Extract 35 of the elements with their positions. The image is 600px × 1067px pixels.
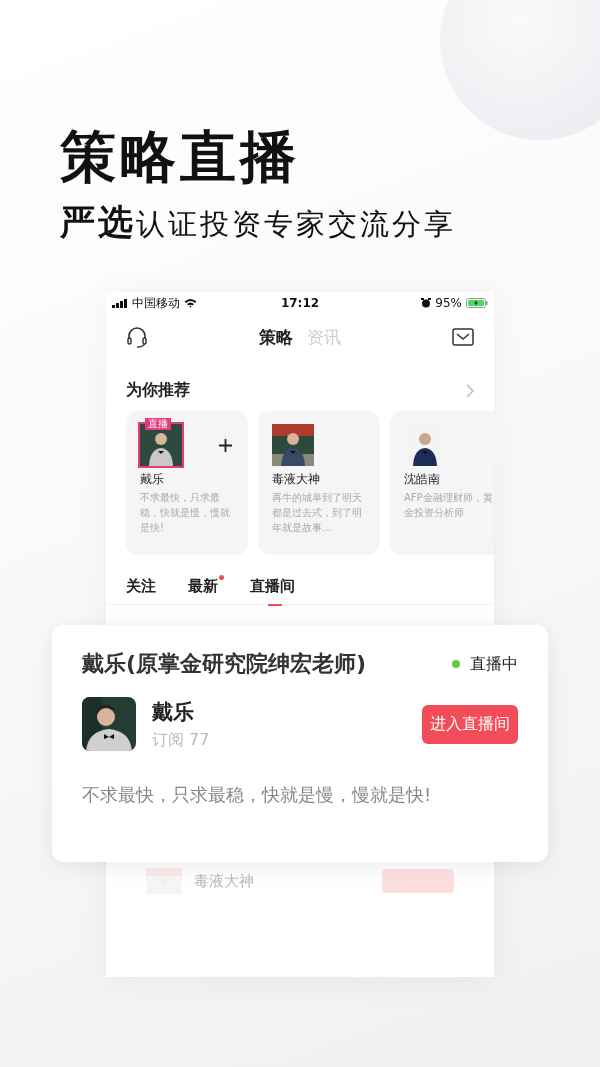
wifi-icon	[184, 298, 197, 308]
feed-tab[interactable]: 关注	[126, 577, 156, 604]
feed-tab[interactable]: 直播间	[250, 577, 295, 604]
battery-percent: 95%	[435, 296, 462, 310]
expert-description: 不求最快，只求最稳，快就是慢，慢就是快!	[140, 491, 231, 535]
feed-tab[interactable]: 最新	[188, 577, 218, 604]
host-name: 戴乐	[152, 698, 195, 726]
expert-card[interactable]: 毒液大神 再牛的城单到了明天都是过去式，到了明年就是故事...	[258, 411, 380, 555]
enter-live-room-button[interactable]: 进入直播间	[422, 704, 518, 744]
expert-name: 戴乐	[140, 471, 165, 488]
live-room-title: 戴乐(原掌金研究院绅宏老师)	[82, 650, 367, 678]
host-motto: 不求最快，只求最稳，快就是慢，慢就是快!	[82, 783, 433, 807]
status-time: 17:12	[280, 296, 320, 310]
expert-name: 毒液大神	[194, 871, 255, 891]
subtitle: 严选认证投资专家交流分享	[60, 201, 457, 244]
expert-card[interactable]: 沈皓南 AFP金融理财师，黄金投资分析师	[390, 411, 494, 555]
expert-description: 再牛的城单到了明天都是过去式，到了明年就是故事...	[272, 491, 363, 535]
live-badge: 直播	[145, 418, 171, 430]
subscriber-count: 订阅 77	[152, 729, 211, 751]
alarm-icon	[421, 298, 432, 308]
live-status-dot	[452, 660, 460, 668]
headset-icon[interactable]	[126, 326, 148, 348]
expert-name: 毒液大神	[272, 471, 321, 488]
expert-description: AFP金融理财师，黄金投资分析师	[404, 491, 494, 520]
headline: 策略直播	[60, 123, 301, 191]
battery-icon	[466, 298, 488, 308]
nav-tab[interactable]: 策略	[259, 325, 293, 349]
expert-card[interactable]: 直播 戴乐 不求最快，只求最稳，快就是慢，慢就是快!	[126, 411, 248, 555]
section-title: 为你推荐	[126, 380, 190, 401]
expert-name: 沈皓南	[404, 471, 441, 488]
carrier-text: 中国移动	[132, 294, 180, 312]
mail-icon[interactable]	[452, 328, 474, 346]
signal-icon	[112, 298, 128, 308]
plus-icon[interactable]	[219, 438, 232, 452]
live-status: 直播中	[470, 653, 518, 675]
